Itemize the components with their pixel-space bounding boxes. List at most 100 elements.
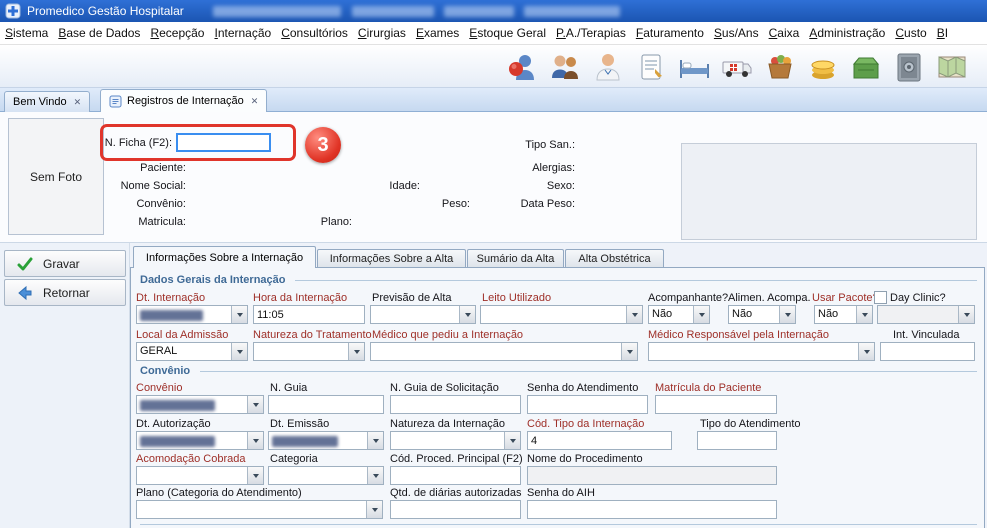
senha-atendimento-input[interactable]	[527, 395, 648, 414]
cod-tipo-internacao-input[interactable]	[527, 431, 672, 450]
menu-item-base-de-dados[interactable]: Base de Dados	[53, 23, 145, 43]
close-icon[interactable]: ✕	[251, 96, 259, 107]
document-tab-strip: Bem Vindo ✕ Registros de Internação ✕	[0, 88, 987, 112]
menu-item-pa-terapias[interactable]: P.A./Terapias	[551, 23, 631, 43]
int-vinculada-input[interactable]	[880, 342, 975, 361]
tab-alta-obstetrica-label: Alta Obstétrica	[578, 253, 650, 265]
categoria-combo[interactable]	[268, 466, 384, 485]
chevron-down-icon	[231, 343, 247, 360]
menu-item-recepcao[interactable]: Recepção	[145, 23, 209, 43]
label-local-admissao: Local da Admissão	[136, 329, 228, 341]
chevron-down-icon	[366, 501, 382, 518]
dt-internacao-combo[interactable]	[136, 305, 248, 324]
leito-utilizado-combo[interactable]	[480, 305, 643, 324]
dt-emissao-combo[interactable]	[268, 431, 384, 450]
day-clinic-checkbox[interactable]	[874, 291, 887, 304]
chevron-down-icon	[958, 306, 974, 323]
redacted-title-text	[524, 6, 620, 17]
gravar-button[interactable]: Gravar	[4, 250, 126, 277]
tipo-atendimento-input[interactable]	[697, 431, 777, 450]
menu-item-consultorios[interactable]: Consultórios	[276, 23, 353, 43]
label-senha-aih: Senha do AIH	[527, 487, 595, 499]
chevron-down-icon	[858, 343, 874, 360]
dt-autorizacao-combo[interactable]	[136, 431, 264, 450]
retornar-button[interactable]: Retornar	[4, 279, 126, 306]
group-dados-gerais-line	[295, 280, 977, 281]
menu-item-sus-ans[interactable]: Sus/Ans	[709, 23, 764, 43]
hora-internacao-input[interactable]	[253, 305, 365, 324]
local-admissao-combo[interactable]: GERAL	[136, 342, 248, 361]
tab-informacoes-internacao[interactable]: Informações Sobre a Internação	[133, 246, 316, 268]
doctor-icon[interactable]	[591, 50, 625, 84]
tab-bem-vindo[interactable]: Bem Vindo ✕	[4, 91, 90, 112]
next-group-divider	[140, 524, 977, 525]
inventory-icon[interactable]	[849, 50, 883, 84]
menu-item-caixa[interactable]: Caixa	[764, 23, 805, 43]
menu-item-administracao[interactable]: Administração	[804, 23, 890, 43]
coins-icon[interactable]	[806, 50, 840, 84]
label-cod-proced-principal: Cód. Proced. Principal (F2)	[390, 453, 523, 465]
n-guia-solicitacao-input[interactable]	[390, 395, 521, 414]
label-tipo-san: Tipo San.:	[495, 139, 575, 151]
bed-icon[interactable]	[677, 50, 711, 84]
medico-responsavel-combo[interactable]	[648, 342, 875, 361]
tab-informacoes-internacao-label: Informações Sobre a Internação	[146, 252, 303, 264]
menu-item-exames[interactable]: Exames	[411, 23, 464, 43]
menu-item-custo[interactable]: Custo	[890, 23, 931, 43]
label-nome-procedimento: Nome do Procedimento	[527, 453, 643, 465]
natureza-tratamento-combo[interactable]	[253, 342, 365, 361]
medico-pediu-combo[interactable]	[370, 342, 638, 361]
redacted-value	[140, 400, 215, 411]
convenio-combo[interactable]	[136, 395, 264, 414]
menu-item-bi[interactable]: BI	[932, 23, 953, 43]
n-guia-input[interactable]	[268, 395, 384, 414]
label-leito-utilizado: Leito Utilizado	[482, 292, 551, 304]
supplies-icon[interactable]	[763, 50, 797, 84]
label-peso: Peso:	[410, 198, 470, 210]
previsao-alta-combo[interactable]	[370, 305, 476, 324]
label-dt-emissao: Dt. Emissão	[270, 418, 329, 430]
tab-registros-internacao[interactable]: Registros de Internação ✕	[100, 89, 267, 112]
map-icon[interactable]	[935, 50, 969, 84]
gravar-label: Gravar	[43, 257, 80, 271]
menu-item-faturamento[interactable]: Faturamento	[631, 23, 709, 43]
senha-aih-input[interactable]	[527, 500, 777, 519]
day-clinic-combo[interactable]	[877, 305, 975, 324]
records-icon[interactable]	[634, 50, 668, 84]
vault-icon[interactable]	[892, 50, 926, 84]
group-convenio-line	[200, 371, 977, 372]
tab-informacoes-alta[interactable]: Informações Sobre a Alta	[317, 249, 466, 268]
title-bar: Promedico Gestão Hospitalar	[0, 0, 987, 22]
matricula-paciente-input[interactable]	[655, 395, 777, 414]
menu-item-sistema[interactable]: Sistema	[0, 23, 53, 43]
usar-pacote-combo[interactable]: Não	[814, 305, 873, 324]
acomodacao-cobrada-combo[interactable]	[136, 466, 264, 485]
window-title: Promedico Gestão Hospitalar	[27, 4, 184, 18]
cod-proced-principal-input[interactable]	[390, 466, 521, 485]
menu-item-cirurgias[interactable]: Cirurgias	[353, 23, 411, 43]
menu-item-internacao[interactable]: Internação	[209, 23, 276, 43]
plano-categoria-combo[interactable]	[136, 500, 383, 519]
chevron-down-icon	[367, 467, 383, 484]
close-icon[interactable]: ✕	[74, 97, 82, 108]
alimen-acompa-combo[interactable]: Não	[728, 305, 796, 324]
label-acomodacao-cobrada: Acomodação Cobrada	[136, 453, 245, 465]
chevron-down-icon	[856, 306, 872, 323]
natureza-internacao-combo[interactable]	[390, 431, 521, 450]
label-cod-tipo-internacao: Cód. Tipo da Internação	[527, 418, 644, 430]
toolbar	[0, 45, 987, 88]
tab-sumario-alta[interactable]: Sumário da Alta	[467, 249, 564, 268]
qtd-diarias-input[interactable]	[390, 500, 521, 519]
patients-icon[interactable]	[505, 50, 539, 84]
menu-item-estoque-geral[interactable]: Estoque Geral	[464, 23, 551, 43]
label-int-vinculada: Int. Vinculada	[893, 329, 959, 341]
staff-icon[interactable]	[548, 50, 582, 84]
ambulance-icon[interactable]	[720, 50, 754, 84]
label-matricula-header: Matricula:	[100, 216, 186, 228]
menu-bar: Sistema Base de Dados Recepção Internaçã…	[0, 22, 987, 45]
group-convenio-title: Convênio	[140, 365, 190, 377]
chevron-down-icon	[693, 306, 709, 323]
label-convenio: Convênio	[136, 382, 182, 394]
acompanhante-combo[interactable]: Não	[648, 305, 710, 324]
tab-alta-obstetrica[interactable]: Alta Obstétrica	[565, 249, 664, 268]
